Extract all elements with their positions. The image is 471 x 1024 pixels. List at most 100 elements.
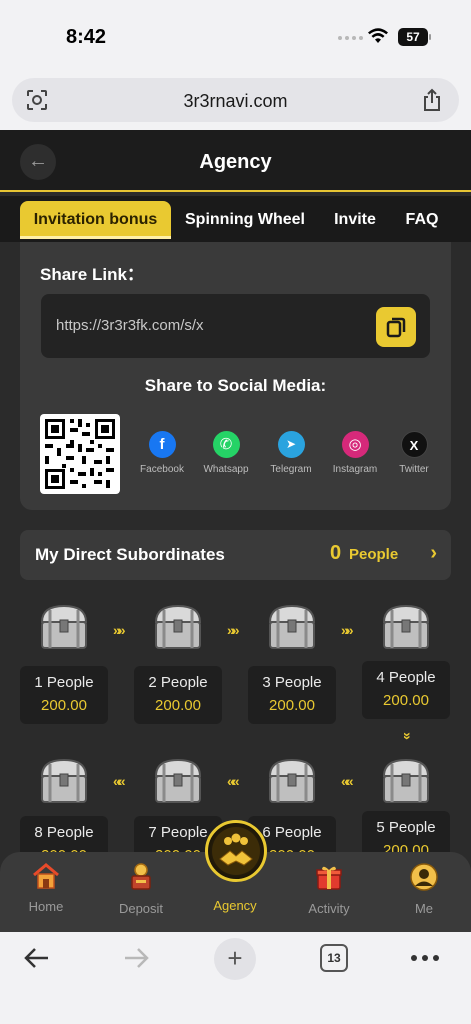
treasure-chest-icon [268,604,316,649]
chevron-right-icon: › [430,542,437,564]
share-whatsapp[interactable]: ✆ Whatsapp [194,431,258,475]
browser-address-area: 3r3rnavi.com [0,72,471,130]
arrow-down-icon: » [399,732,416,740]
share-link-box: https://3r3r3fk.com/s/x [41,294,430,358]
social-media-title: Share to Social Media: [144,376,327,395]
level-reward: 200.00 [383,692,429,709]
instagram-glyph: ◎ [348,436,362,453]
level-people: 4 People [376,669,436,686]
facebook-icon: f [148,431,176,458]
tab-faq[interactable]: FAQ [398,201,446,239]
tab-bar: Invitation bonus Spinning Wheel Invite F… [0,196,471,242]
more-icon[interactable] [410,954,440,962]
user-icon [410,863,438,891]
whatsapp-glyph: ✆ [219,436,233,453]
social-label: Whatsapp [203,464,249,475]
tab-invitation-bonus[interactable]: Invitation bonus [20,201,171,239]
handshake-icon [212,827,260,875]
share-link-label: Share Link： [40,265,144,284]
battery-level: 57 [406,30,420,44]
treasure-chest-icon [382,758,430,803]
nav-label: Me [414,901,434,916]
nav-home[interactable]: Home [10,862,82,914]
bottom-nav: Home Deposit Agency Activity Me [0,820,471,932]
telegram-glyph: ➤ [285,437,297,451]
level-reward: 200.00 [269,697,315,714]
social-label: Twitter [399,464,429,475]
level-people: 3 People [262,674,322,691]
treasure-chest-icon [154,758,202,803]
app-page: ← Agency Invitation bonus Spinning Wheel… [0,130,471,932]
arrow-left-icon: «« [227,773,239,789]
subordinates-count: 0 [330,542,342,564]
browser-back-icon[interactable] [22,944,52,972]
arrow-right-icon: »» [113,622,125,638]
browser-forward-icon[interactable] [121,944,151,972]
x-icon: X [400,431,428,458]
copy-button[interactable] [376,307,416,347]
agency-center-button[interactable] [205,820,267,882]
level-people: 5 People [376,819,436,836]
facebook-glyph: f [159,436,165,453]
whatsapp-icon: ✆ [212,431,240,458]
direct-subordinates-row[interactable]: My Direct Subordinates 0 People › [20,530,451,580]
gift-icon [316,866,342,890]
share-link-text: https://3r3r3fk.com/s/x [56,317,204,334]
level-card-3: 3 People 200.00 [248,666,336,724]
plus-icon: + [227,943,243,973]
telegram-icon: ➤ [277,431,305,458]
share-twitter[interactable]: X Twitter [382,431,446,475]
share-icon[interactable] [421,88,443,112]
social-label: Instagram [332,464,378,475]
subordinates-title: My Direct Subordinates [35,545,225,564]
arrow-left-icon: «« [113,773,125,789]
status-time: 8:42 [66,26,107,48]
home-icon [33,863,59,889]
share-card: Share Link： https://3r3r3fk.com/s/x Shar… [20,242,451,510]
social-label: Facebook [140,464,184,475]
arrow-right-icon: »» [341,622,353,638]
qr-code [40,414,120,494]
wifi-icon [368,28,388,43]
level-card-1: 1 People 200.00 [20,666,108,724]
level-people: 2 People [148,674,208,691]
status-bar: 8:42 57 [0,0,471,72]
address-bar[interactable]: 3r3rnavi.com [12,78,459,122]
treasure-chest-icon [40,758,88,803]
url-text: 3r3rnavi.com [183,91,288,111]
treasure-chest-icon [382,604,430,649]
nav-label: Home [28,899,64,914]
nav-activity[interactable]: Activity [293,862,365,916]
treasure-chest-icon [40,604,88,649]
browser-toolbar: + 13 [0,932,471,1024]
treasure-chest-icon [154,604,202,649]
level-card-2: 2 People 200.00 [134,666,222,724]
page-title: Agency [199,151,272,173]
nav-deposit[interactable]: Deposit [105,862,177,916]
share-telegram[interactable]: ➤ Telegram [259,431,323,475]
treasure-chest-icon [268,758,316,803]
subordinates-unit: People [349,546,399,563]
signal-icon [338,36,363,40]
nav-agency[interactable]: Agency [199,894,271,913]
nav-label: Activity [308,901,350,916]
tabs-button[interactable]: 13 [320,944,348,972]
arrow-left-icon: «« [341,773,353,789]
tab-invite[interactable]: Invite [326,201,384,239]
share-instagram[interactable]: ◎ Instagram [323,431,387,475]
level-reward: 200.00 [41,697,87,714]
x-glyph: X [409,438,419,453]
app-header: ← Agency [0,130,471,192]
nav-me[interactable]: Me [388,862,460,916]
nav-label: Deposit [118,901,164,916]
deposit-icon [131,863,151,890]
social-label: Telegram [270,464,312,475]
new-tab-button[interactable]: + [214,938,256,980]
tab-spinning-wheel[interactable]: Spinning Wheel [180,201,310,239]
nav-label: Agency [213,898,257,913]
share-facebook[interactable]: f Facebook [130,431,194,475]
level-people: 8 People [34,824,94,841]
level-card-4: 4 People 200.00 [362,661,450,719]
level-people: 1 People [34,674,94,691]
battery-icon: 57 [398,28,431,46]
